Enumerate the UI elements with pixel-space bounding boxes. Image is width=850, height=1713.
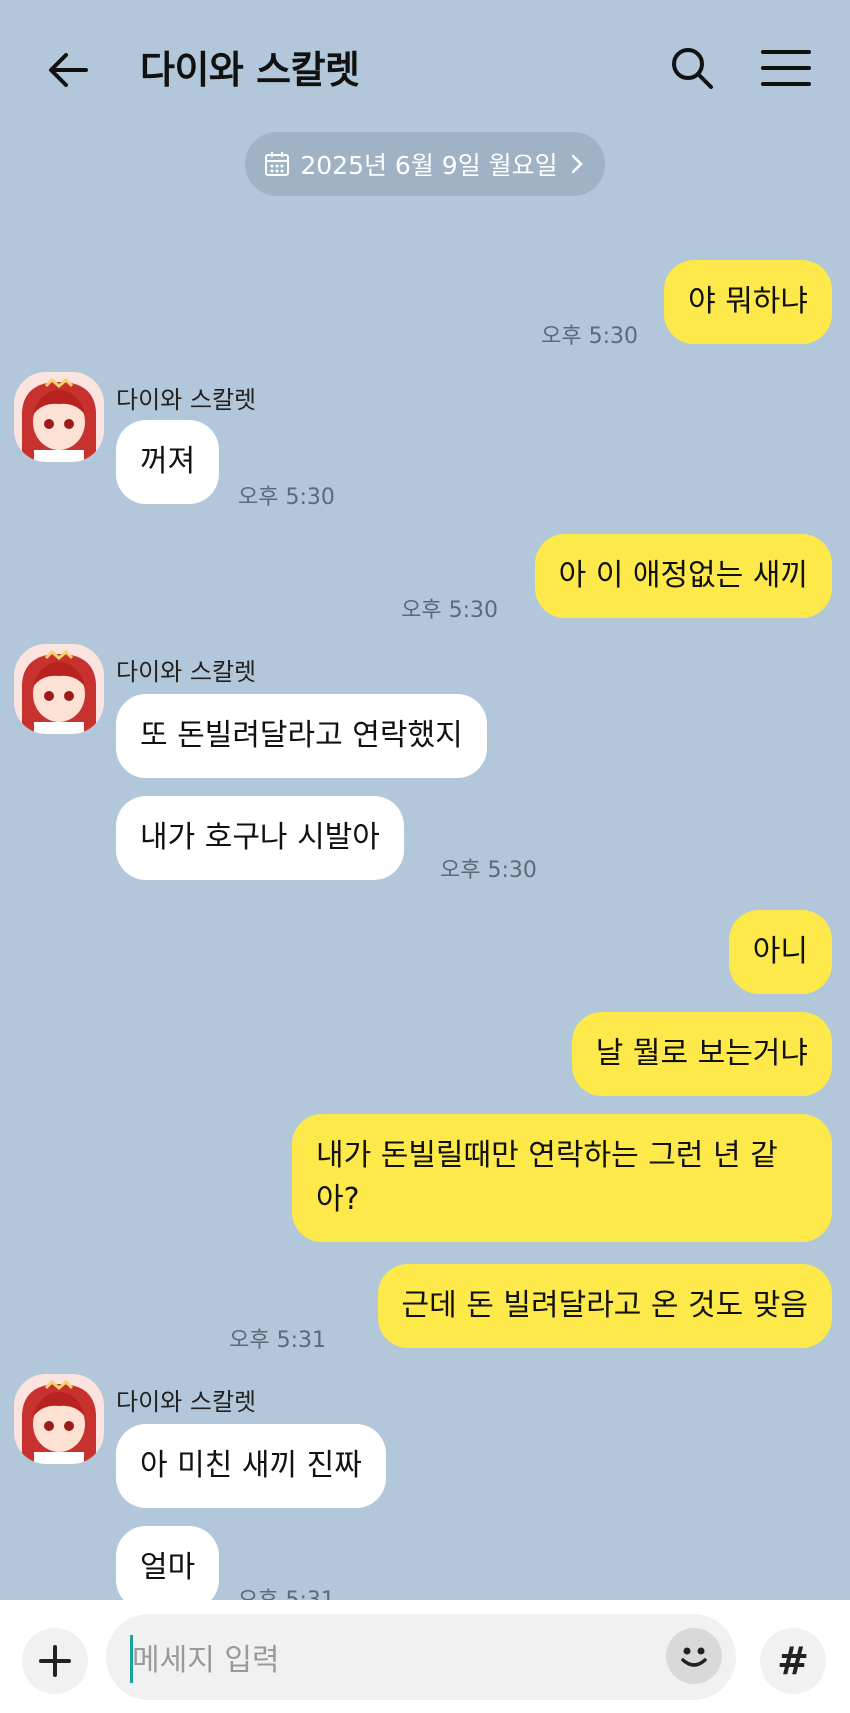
message-text: 아니 <box>752 934 808 969</box>
emoji-button[interactable] <box>666 1628 722 1684</box>
chat-area[interactable]: 2025년 6월 9일 월요일 야 뭐하냐 오후 5:30 다이와 스칼렛 꺼져… <box>0 0 850 1600</box>
their-message-bubble[interactable]: 내가 호구나 시발아 <box>116 796 404 880</box>
avatar-image-icon <box>14 372 104 462</box>
contact-avatar[interactable] <box>14 1374 104 1464</box>
message-time: 오후 5:30 <box>238 485 335 510</box>
avatar-image-icon <box>14 644 104 734</box>
smile-emoji-icon <box>681 1647 707 1667</box>
contact-avatar[interactable] <box>14 372 104 462</box>
their-message-bubble[interactable]: 또 돈빌려달라고 연락했지 <box>116 694 487 778</box>
their-message-bubble[interactable]: 꺼져 <box>116 420 220 504</box>
message-time: 오후 5:31 <box>229 1328 326 1353</box>
their-message-bubble[interactable]: 아 미친 새끼 진짜 <box>116 1424 386 1508</box>
contact-avatar[interactable] <box>14 644 104 734</box>
date-chip[interactable]: 2025년 6월 9일 월요일 <box>245 132 605 196</box>
sender-name: 다이와 스칼렛 <box>116 658 257 686</box>
calendar-icon <box>265 152 290 176</box>
plus-icon <box>39 1645 71 1677</box>
message-text: 얼마 <box>140 1550 196 1585</box>
message-text: 야 뭐하냐 <box>688 284 808 319</box>
chevron-right-icon <box>571 154 583 174</box>
hash-button[interactable]: # <box>760 1628 826 1694</box>
message-time: 오후 5:30 <box>401 598 498 623</box>
my-message-bubble[interactable]: 아 이 애정없는 새끼 <box>534 534 832 618</box>
my-message-bubble[interactable]: 날 뭘로 보는거냐 <box>571 1012 832 1096</box>
message-text: 날 뭘로 보는거냐 <box>595 1036 808 1071</box>
message-time: 오후 5:30 <box>541 324 638 349</box>
sender-name: 다이와 스칼렛 <box>116 386 257 414</box>
message-text: 내가 호구나 시발아 <box>140 820 380 855</box>
message-text: 아 이 애정없는 새끼 <box>558 558 808 593</box>
message-text: 아 미친 새끼 진짜 <box>140 1448 362 1483</box>
my-message-bubble[interactable]: 야 뭐하냐 <box>664 260 832 344</box>
message-text: 또 돈빌려달라고 연락했지 <box>140 718 463 753</box>
my-message-bubble[interactable]: 근데 돈 빌려달라고 온 것도 맞음 <box>377 1264 832 1348</box>
message-time: 오후 5:31 <box>238 1582 335 1600</box>
message-time: 오후 5:30 <box>440 858 537 883</box>
text-caret <box>130 1635 133 1683</box>
message-text: 내가 돈빌릴때만 연락하는 그런 년 같아? <box>316 1138 778 1217</box>
message-input-placeholder: 메세지 입력 <box>132 1643 280 1678</box>
attach-button[interactable] <box>22 1628 88 1694</box>
message-text: 근데 돈 빌려달라고 온 것도 맞음 <box>401 1288 808 1323</box>
sender-name: 다이와 스칼렛 <box>116 1388 257 1416</box>
hash-icon: # <box>777 1639 809 1683</box>
date-label: 2025년 6월 9일 월요일 <box>300 151 558 180</box>
message-input[interactable]: 메세지 입력 <box>106 1614 736 1700</box>
my-message-bubble[interactable]: 내가 돈빌릴때만 연락하는 그런 년 같아? <box>292 1114 832 1242</box>
message-text: 꺼져 <box>140 444 196 479</box>
my-message-bubble[interactable]: 아니 <box>728 910 832 994</box>
avatar-image-icon <box>14 1374 104 1464</box>
their-message-bubble[interactable]: 얼마 <box>116 1526 220 1600</box>
